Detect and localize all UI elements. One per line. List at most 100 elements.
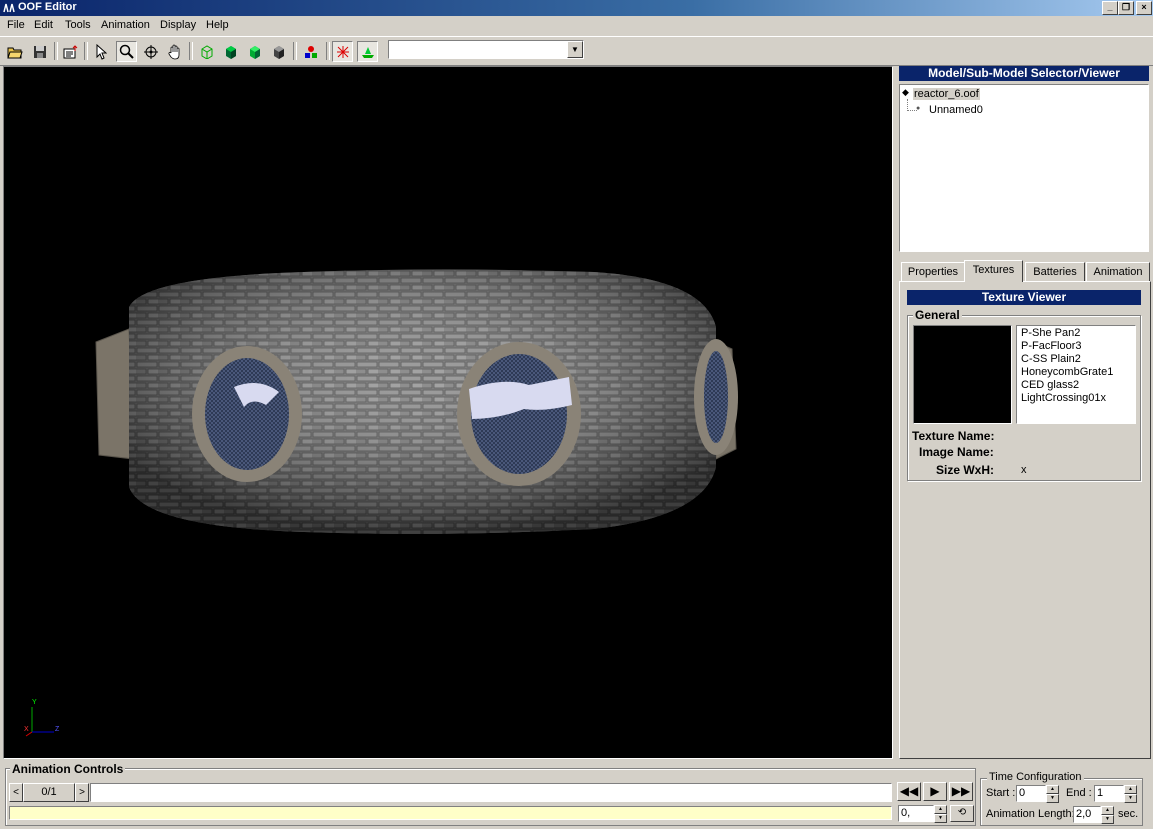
view-select[interactable]: ▼	[388, 40, 584, 59]
rotate-icon	[143, 44, 158, 59]
pan-hand-icon	[168, 44, 179, 59]
colors-button[interactable]	[300, 41, 321, 62]
animation-length-input[interactable]: 2,0	[1073, 806, 1101, 823]
toolbar-separator	[326, 42, 330, 60]
prev-frame-button[interactable]: <	[9, 783, 23, 802]
tab-textures[interactable]: Textures	[964, 260, 1023, 282]
loop-icon: ⟲	[957, 807, 967, 818]
menu-display[interactable]: Display	[160, 19, 196, 31]
toolbar-separator	[54, 42, 58, 60]
start-input[interactable]: 0	[1016, 785, 1046, 802]
size-label: Size WxH:	[936, 463, 995, 477]
length-unit-label: sec.	[1118, 808, 1139, 820]
menu-edit[interactable]: Edit	[34, 19, 53, 31]
time-input[interactable]: 0,	[898, 805, 934, 822]
textured-cube-icon	[249, 45, 260, 59]
tab-properties[interactable]: Properties	[901, 262, 965, 281]
export-icon	[63, 44, 77, 58]
end-spinner[interactable]: ▲ ▼	[1124, 785, 1137, 803]
open-button[interactable]	[4, 41, 25, 62]
close-button[interactable]: ×	[1136, 1, 1152, 15]
menu-tools[interactable]: Tools	[65, 19, 91, 31]
save-button[interactable]	[29, 41, 50, 62]
general-group-label: General	[913, 308, 962, 322]
menu-animation[interactable]: Animation	[101, 19, 150, 31]
minimize-button[interactable]: _	[1102, 1, 1118, 15]
texture-preview	[913, 325, 1012, 424]
loop-button[interactable]: ⟲	[950, 805, 974, 822]
start-label: Start :	[986, 787, 1016, 799]
select-arrow-icon	[96, 43, 107, 60]
restore-button[interactable]: ❐	[1118, 1, 1134, 15]
time-spinner[interactable]: ▲ ▼	[934, 805, 947, 823]
time-config-label: Time Configuration	[987, 771, 1084, 783]
axis-toggle-button[interactable]	[332, 41, 353, 62]
wireframe-button[interactable]	[196, 41, 217, 62]
texture-list-item[interactable]: P-She Pan2	[1021, 327, 1131, 340]
animation-controls-label: Animation Controls	[10, 762, 126, 776]
window-title: OOF Editor	[18, 1, 77, 13]
wireframe-cube-icon	[201, 44, 212, 59]
app-icon	[3, 3, 15, 13]
texture-name-label: Texture Name:	[912, 429, 995, 443]
colors-icon	[304, 45, 317, 58]
frame-scrollbar[interactable]	[90, 783, 892, 802]
axis-label-y: Y	[32, 699, 37, 706]
select-tool-button[interactable]	[90, 41, 111, 62]
axis-icon	[336, 45, 349, 58]
3d-viewport[interactable]: Y X Z	[3, 66, 893, 759]
tab-strip: Properties Textures Batteries Animation	[899, 260, 1151, 282]
textured-button[interactable]	[244, 41, 265, 62]
fast-forward-button[interactable]: ▶▶	[949, 782, 973, 801]
tab-animation[interactable]: Animation	[1086, 262, 1150, 281]
animation-length-label: Animation Length:	[986, 808, 1075, 820]
axis-label-z: Z	[55, 726, 60, 733]
texture-viewer-header: Texture Viewer	[907, 290, 1141, 305]
tab-batteries[interactable]: Batteries	[1025, 262, 1085, 281]
rewind-icon: ◀◀	[899, 784, 919, 798]
end-input[interactable]: 1	[1094, 785, 1124, 802]
menu-help[interactable]: Help	[206, 19, 229, 31]
model-tree[interactable]: ◆ reactor_6.oof ● Unnamed0	[899, 84, 1149, 252]
menu-bar: File Edit Tools Animation Display Help	[0, 17, 1153, 35]
pan-tool-button[interactable]	[164, 41, 185, 62]
image-name-label: Image Name:	[919, 445, 994, 459]
zoom-tool-button[interactable]	[116, 41, 137, 62]
solid-cube-icon	[225, 45, 236, 59]
texture-list-item[interactable]: LightCrossing01x	[1021, 392, 1131, 405]
play-button[interactable]: ▶	[923, 782, 947, 801]
tree-child-item[interactable]: Unnamed0	[929, 104, 983, 116]
timeline-slider[interactable]	[9, 806, 892, 820]
next-frame-button[interactable]: >	[75, 783, 89, 802]
axis-label-x: X	[24, 726, 29, 733]
toolbar-separator	[293, 42, 297, 60]
texture-list[interactable]: P-She Pan2 P-FacFloor3 C-SS Plain2 Honey…	[1016, 325, 1136, 424]
stand-toggle-button[interactable]	[357, 41, 378, 62]
texture-list-item[interactable]: HoneycombGrate1	[1021, 366, 1131, 379]
lit-button[interactable]	[268, 41, 289, 62]
lit-cube-icon	[273, 45, 284, 59]
texture-list-item[interactable]: C-SS Plain2	[1021, 353, 1131, 366]
toolbar-separator	[84, 42, 88, 60]
submodel-icon: ●	[916, 105, 921, 112]
play-icon: ▶	[930, 784, 940, 798]
toolbar-separator	[189, 42, 193, 60]
menu-file[interactable]: File	[7, 19, 25, 31]
rewind-button[interactable]: ◀◀	[897, 782, 921, 801]
start-spinner[interactable]: ▲ ▼	[1046, 785, 1059, 803]
stand-icon	[361, 46, 374, 58]
end-label: End :	[1066, 787, 1092, 799]
frame-counter[interactable]: 0/1	[23, 783, 75, 802]
selector-header: Model/Sub-Model Selector/Viewer	[899, 66, 1149, 81]
size-value: x	[1021, 464, 1027, 476]
texture-list-item[interactable]: CED glass2	[1021, 379, 1131, 392]
solid-button[interactable]	[220, 41, 241, 62]
animation-length-spinner[interactable]: ▲ ▼	[1101, 806, 1114, 824]
tree-root-item[interactable]: reactor_6.oof	[913, 88, 980, 100]
texture-list-item[interactable]: P-FacFloor3	[1021, 340, 1131, 353]
open-folder-icon	[6, 47, 23, 58]
rotate-tool-button[interactable]	[140, 41, 161, 62]
model-render	[25, 269, 738, 737]
chevron-down-icon[interactable]: ▼	[567, 41, 583, 58]
export-button[interactable]	[60, 41, 81, 62]
